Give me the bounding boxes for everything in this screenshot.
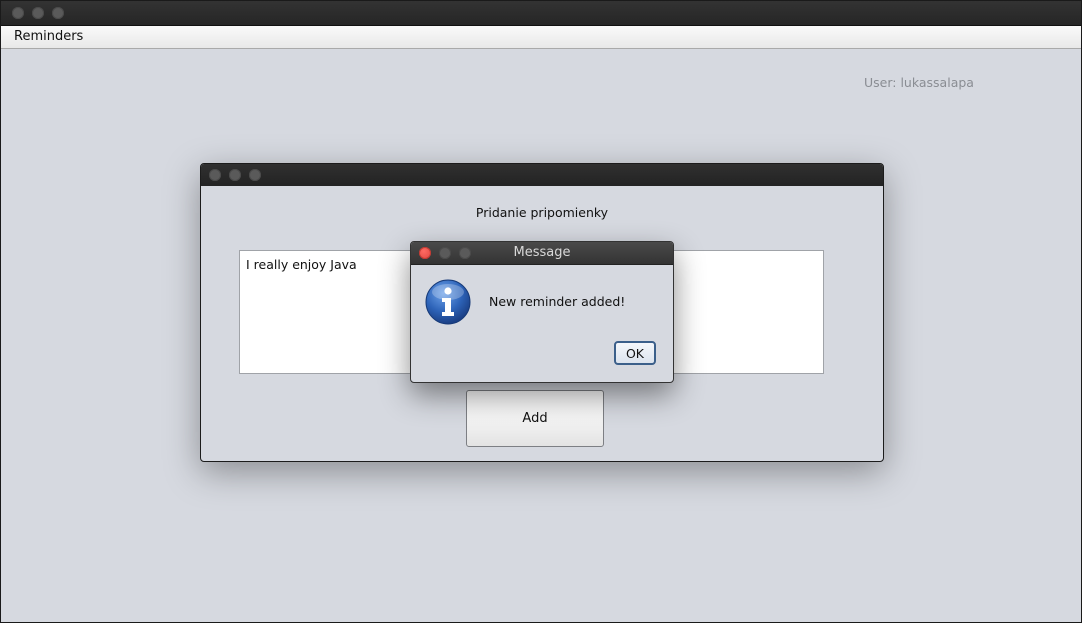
zoom-window-button[interactable]: [52, 7, 64, 19]
message-dialog: Message New reminder added! OK: [410, 241, 674, 383]
info-icon: [425, 279, 471, 325]
add-button[interactable]: Add: [466, 390, 604, 447]
user-label: User: lukassalapa: [864, 75, 974, 90]
main-window: Reminders User: lukassalapa Pridanie pri…: [0, 0, 1082, 623]
ok-button[interactable]: OK: [614, 341, 656, 365]
add-reminder-titlebar[interactable]: [201, 164, 883, 186]
main-titlebar[interactable]: [1, 1, 1081, 26]
minimize-window-button[interactable]: [32, 7, 44, 19]
close-window-button[interactable]: [12, 7, 24, 19]
minimize-window-button[interactable]: [229, 169, 241, 181]
menubar: Reminders: [1, 26, 1081, 49]
dialog-title: Message: [513, 245, 571, 260]
menu-reminders[interactable]: Reminders: [14, 29, 83, 44]
dialog-message: New reminder added!: [489, 294, 626, 309]
dialog-titlebar[interactable]: Message: [411, 242, 673, 265]
close-window-button[interactable]: [209, 169, 221, 181]
zoom-window-button[interactable]: [249, 169, 261, 181]
add-reminder-heading: Pridanie pripomienky: [475, 205, 609, 220]
